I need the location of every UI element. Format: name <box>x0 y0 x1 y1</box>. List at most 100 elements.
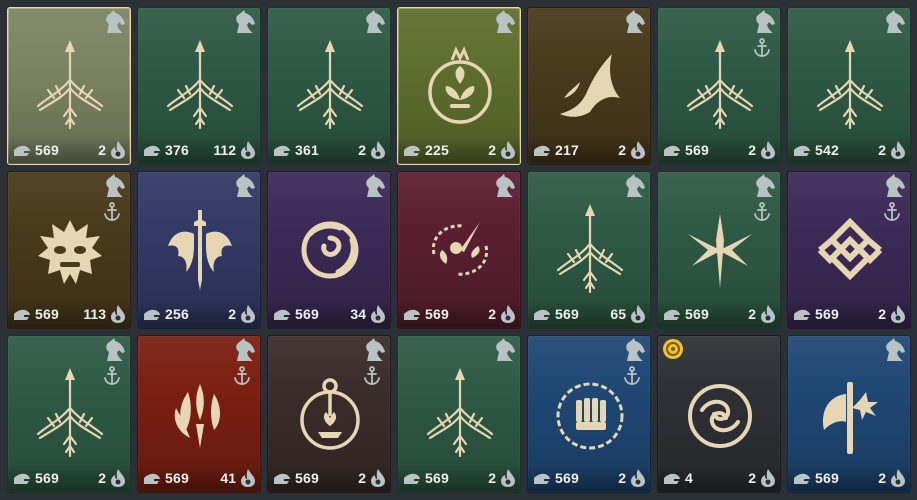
horse-icon <box>881 338 907 362</box>
item-card[interactable]: 569 2 <box>397 335 521 493</box>
level-value: 65 <box>610 306 626 322</box>
power-icon <box>663 471 681 485</box>
item-card[interactable]: 225 2 <box>397 7 521 165</box>
level-value: 2 <box>228 306 236 322</box>
power-icon <box>663 143 681 157</box>
level-value: 2 <box>618 142 626 158</box>
essence-icon <box>499 140 517 160</box>
essence-icon <box>629 140 647 160</box>
level-value: 34 <box>350 306 366 322</box>
horse-icon <box>881 174 907 198</box>
essence-icon <box>889 468 907 488</box>
item-card[interactable]: 217 2 <box>527 7 651 165</box>
inventory-grid: 569 2 376 112 361 2 225 2 217 2 569 2 54… <box>0 0 917 500</box>
horse-icon <box>491 338 517 362</box>
item-card[interactable]: 569 2 <box>787 171 911 329</box>
power-icon <box>143 307 161 321</box>
bow-emblem <box>30 36 110 132</box>
item-card[interactable]: 569 65 <box>527 171 651 329</box>
rose-emblem <box>290 200 370 296</box>
item-card[interactable]: 4 2 <box>657 335 781 493</box>
item-card[interactable]: 569 41 <box>137 335 261 493</box>
item-card[interactable]: 569 2 <box>787 335 911 493</box>
bow-emblem <box>160 36 240 132</box>
demon-mask-emblem <box>30 200 110 296</box>
horse-icon <box>231 10 257 34</box>
anchor-icon <box>233 366 251 386</box>
horse-icon <box>101 174 127 198</box>
flower-vine-emblem <box>420 200 500 296</box>
item-card[interactable]: 569 2 <box>657 171 781 329</box>
essence-icon <box>499 468 517 488</box>
item-card[interactable]: 569 2 <box>7 7 131 165</box>
item-card[interactable]: 569 2 <box>397 171 521 329</box>
anchor-icon <box>753 202 771 222</box>
power-icon <box>143 471 161 485</box>
item-card[interactable]: 361 2 <box>267 7 391 165</box>
power-value: 569 <box>815 306 839 322</box>
horse-icon <box>881 10 907 34</box>
knot-emblem <box>810 200 890 296</box>
level-value: 2 <box>358 142 366 158</box>
horse-icon <box>621 174 647 198</box>
power-icon <box>403 143 421 157</box>
essence-icon <box>239 140 257 160</box>
fist-circle-emblem <box>550 364 630 460</box>
power-value: 569 <box>35 306 59 322</box>
coin-icon <box>662 338 684 360</box>
power-value: 217 <box>555 142 579 158</box>
power-value: 569 <box>425 470 449 486</box>
essence-icon <box>629 304 647 324</box>
power-value: 569 <box>35 470 59 486</box>
power-value: 361 <box>295 142 319 158</box>
item-card[interactable]: 569 34 <box>267 171 391 329</box>
item-card[interactable]: 256 2 <box>137 171 261 329</box>
bow-emblem <box>30 364 110 460</box>
item-card[interactable]: 376 112 <box>137 7 261 165</box>
power-value: 569 <box>815 470 839 486</box>
power-value: 256 <box>165 306 189 322</box>
essence-icon <box>629 468 647 488</box>
item-card[interactable]: 569 113 <box>7 171 131 329</box>
horse-icon <box>621 10 647 34</box>
item-card[interactable]: 569 2 <box>267 335 391 493</box>
essence-icon <box>109 304 127 324</box>
power-value: 4 <box>685 470 693 486</box>
power-value: 542 <box>815 142 839 158</box>
anchor-icon <box>363 366 381 386</box>
power-value: 569 <box>295 306 319 322</box>
power-value: 376 <box>165 142 189 158</box>
level-value: 41 <box>220 470 236 486</box>
power-value: 569 <box>35 142 59 158</box>
horse-icon <box>361 174 387 198</box>
power-icon <box>793 307 811 321</box>
bow-emblem <box>290 36 370 132</box>
item-card[interactable]: 569 2 <box>7 335 131 493</box>
power-icon <box>793 471 811 485</box>
bow-emblem <box>680 36 760 132</box>
horse-icon <box>751 174 777 198</box>
level-value: 2 <box>878 306 886 322</box>
power-icon <box>13 143 31 157</box>
essence-icon <box>889 304 907 324</box>
item-card[interactable]: 542 2 <box>787 7 911 165</box>
power-icon <box>273 307 291 321</box>
item-card[interactable]: 569 2 <box>527 335 651 493</box>
ring-sprout-emblem <box>290 364 370 460</box>
bow-emblem <box>550 200 630 296</box>
level-value: 113 <box>83 306 106 322</box>
power-value: 225 <box>425 142 449 158</box>
power-value: 569 <box>555 470 579 486</box>
power-value: 569 <box>685 142 709 158</box>
anchor-icon <box>883 202 901 222</box>
sword-wings-emblem <box>160 200 240 296</box>
power-icon <box>403 307 421 321</box>
power-value: 569 <box>165 470 189 486</box>
power-icon <box>533 471 551 485</box>
level-value: 2 <box>488 470 496 486</box>
essence-icon <box>759 468 777 488</box>
swirl-orb-emblem <box>680 364 760 460</box>
horse-icon <box>491 174 517 198</box>
power-value: 569 <box>555 306 579 322</box>
item-card[interactable]: 569 2 <box>657 7 781 165</box>
